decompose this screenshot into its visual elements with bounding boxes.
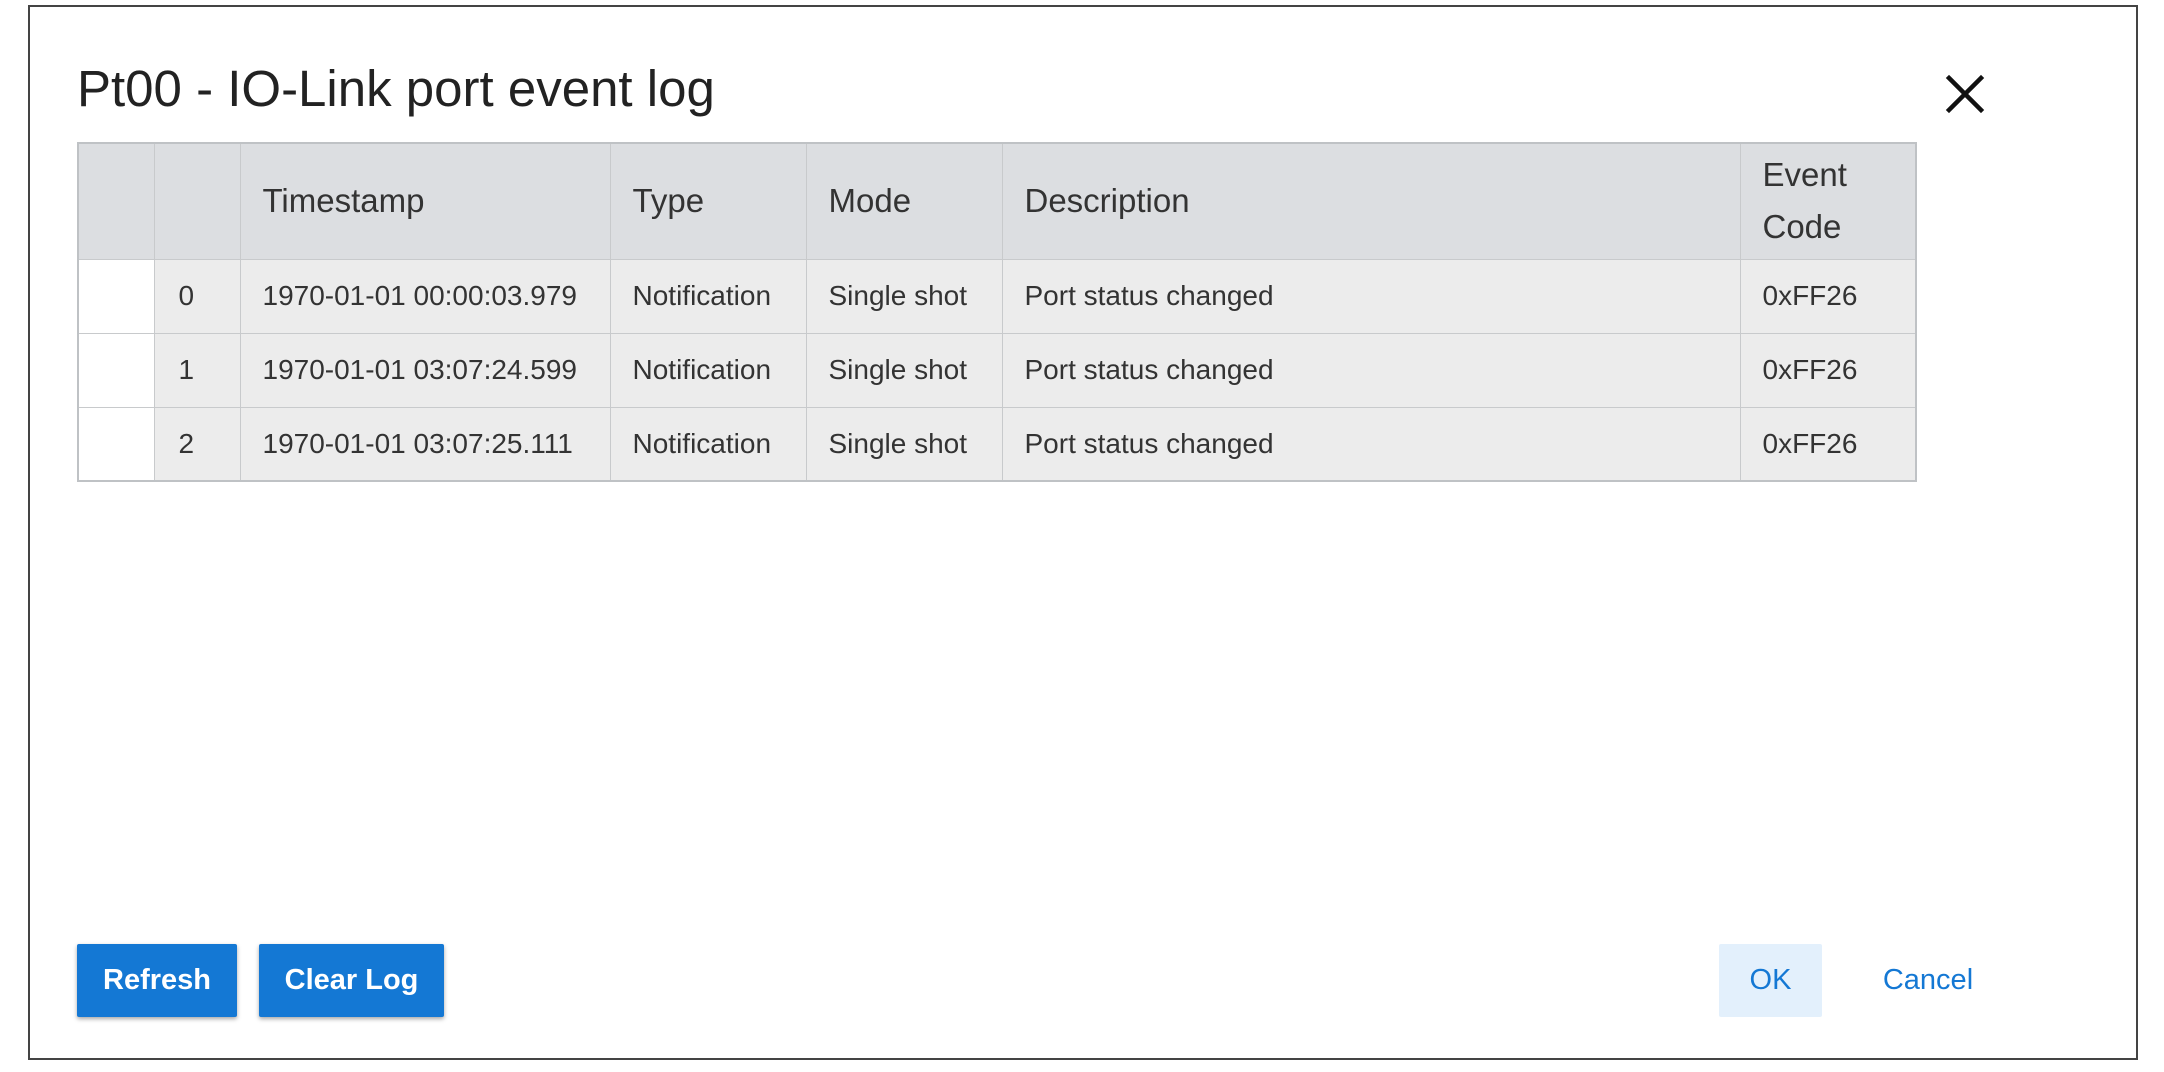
column-header-event-code[interactable]: Event Code <box>1739 142 1917 260</box>
cell-event-code: 0xFF26 <box>1739 258 1917 334</box>
table-row[interactable]: 0 1970-01-01 00:00:03.979 Notification S… <box>77 258 1917 334</box>
ok-button[interactable]: OK <box>1719 944 1822 1017</box>
cell-event-code: 0xFF26 <box>1739 332 1917 408</box>
cell-timestamp: 1970-01-01 03:07:24.599 <box>239 332 611 408</box>
cell-timestamp: 1970-01-01 03:07:25.111 <box>239 406 611 482</box>
row-index: 2 <box>153 406 241 482</box>
cell-description: Port status changed <box>1001 332 1741 408</box>
column-header-select <box>77 142 155 260</box>
row-selector[interactable] <box>77 406 155 482</box>
row-selector[interactable] <box>77 258 155 334</box>
cell-type: Notification <box>609 406 807 482</box>
column-header-index <box>153 142 241 260</box>
row-index: 0 <box>153 258 241 334</box>
column-header-description[interactable]: Description <box>1001 142 1741 260</box>
cancel-button[interactable]: Cancel <box>1853 944 2003 1017</box>
event-log-table: Timestamp Type Mode Description Event Co… <box>77 142 1917 482</box>
event-log-dialog: Pt00 - IO-Link port event log Timestamp … <box>28 5 2138 1060</box>
cell-description: Port status changed <box>1001 406 1741 482</box>
row-index: 1 <box>153 332 241 408</box>
cell-event-code: 0xFF26 <box>1739 406 1917 482</box>
cell-type: Notification <box>609 332 807 408</box>
cell-mode: Single shot <box>805 332 1003 408</box>
column-header-mode[interactable]: Mode <box>805 142 1003 260</box>
dialog-title: Pt00 - IO-Link port event log <box>77 60 715 117</box>
column-header-type[interactable]: Type <box>609 142 807 260</box>
cell-mode: Single shot <box>805 406 1003 482</box>
refresh-button[interactable]: Refresh <box>77 944 237 1017</box>
cell-timestamp: 1970-01-01 00:00:03.979 <box>239 258 611 334</box>
row-selector[interactable] <box>77 332 155 408</box>
cell-description: Port status changed <box>1001 258 1741 334</box>
cell-mode: Single shot <box>805 258 1003 334</box>
table-row[interactable]: 2 1970-01-01 03:07:25.111 Notification S… <box>77 406 1917 482</box>
cell-type: Notification <box>609 258 807 334</box>
close-icon[interactable] <box>1935 64 1995 124</box>
clear-log-button[interactable]: Clear Log <box>259 944 444 1017</box>
column-header-timestamp[interactable]: Timestamp <box>239 142 611 260</box>
table-header-row: Timestamp Type Mode Description Event Co… <box>77 142 1917 260</box>
table-row[interactable]: 1 1970-01-01 03:07:24.599 Notification S… <box>77 332 1917 408</box>
